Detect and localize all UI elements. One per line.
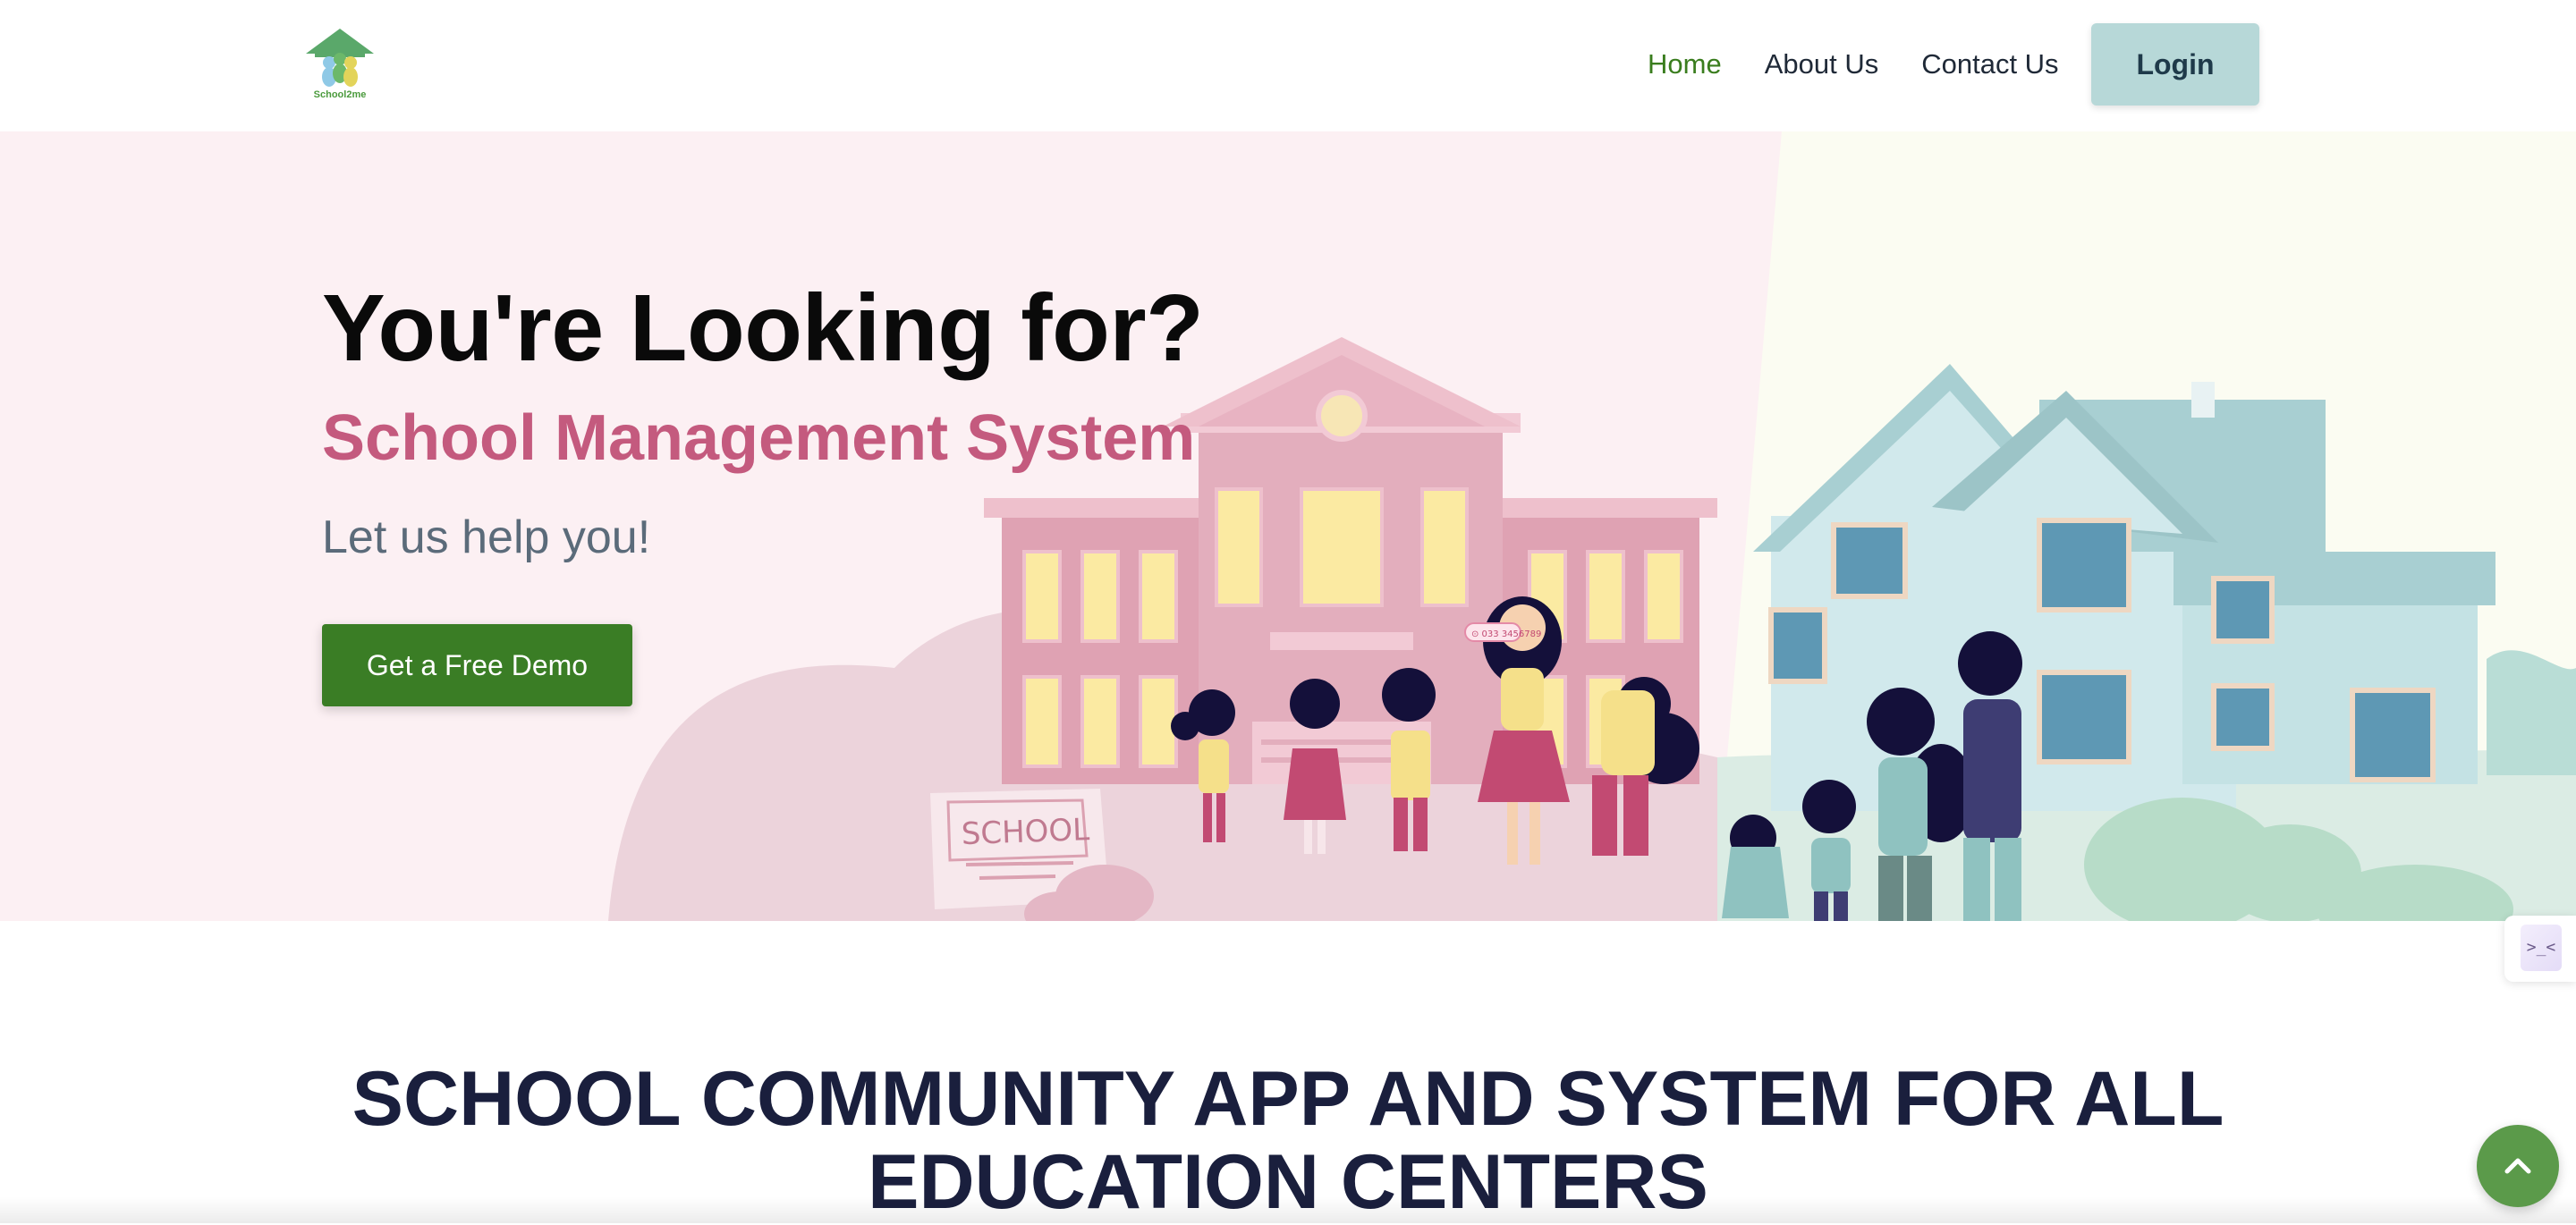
free-demo-button[interactable]: Get a Free Demo [322,624,632,706]
hero-banner: SCHOOL ⊙ 033 3456789 You're Looking for?… [0,131,2576,921]
chevron-up-icon [2504,1158,2531,1174]
bottom-shadow [0,1196,2576,1223]
nav-item-contact-us[interactable]: Contact Us [1921,45,2058,84]
hero-subtitle: School Management System [322,402,1196,474]
brand-logo[interactable]: School2me [302,27,377,104]
login-button[interactable]: Login [2091,23,2259,106]
scroll-to-top-button[interactable] [2477,1125,2559,1207]
nav-item-about-us[interactable]: About Us [1765,45,1879,84]
side-widget-tab[interactable]: >_< [2504,916,2576,982]
nav-links: Home About Us Contact Us [1648,45,2102,84]
logo-text: School2me [313,89,367,100]
hero-tagline: Let us help you! [322,511,651,563]
section-heading-line1: SCHOOL COMMUNITY APP AND SYSTEM FOR ALL [352,1056,2224,1142]
top-navbar: School2me Home About Us Contact Us Login [0,0,2576,131]
svg-text:⊙ 033 3456789: ⊙ 033 3456789 [1471,629,1541,639]
nav-item-home[interactable]: Home [1648,45,1722,84]
side-widget-icon: >_< [2521,925,2562,971]
svg-text:SCHOOL: SCHOOL [961,812,1090,852]
hero-title: You're Looking for? [322,275,1204,381]
house-logo-icon [306,29,374,87]
